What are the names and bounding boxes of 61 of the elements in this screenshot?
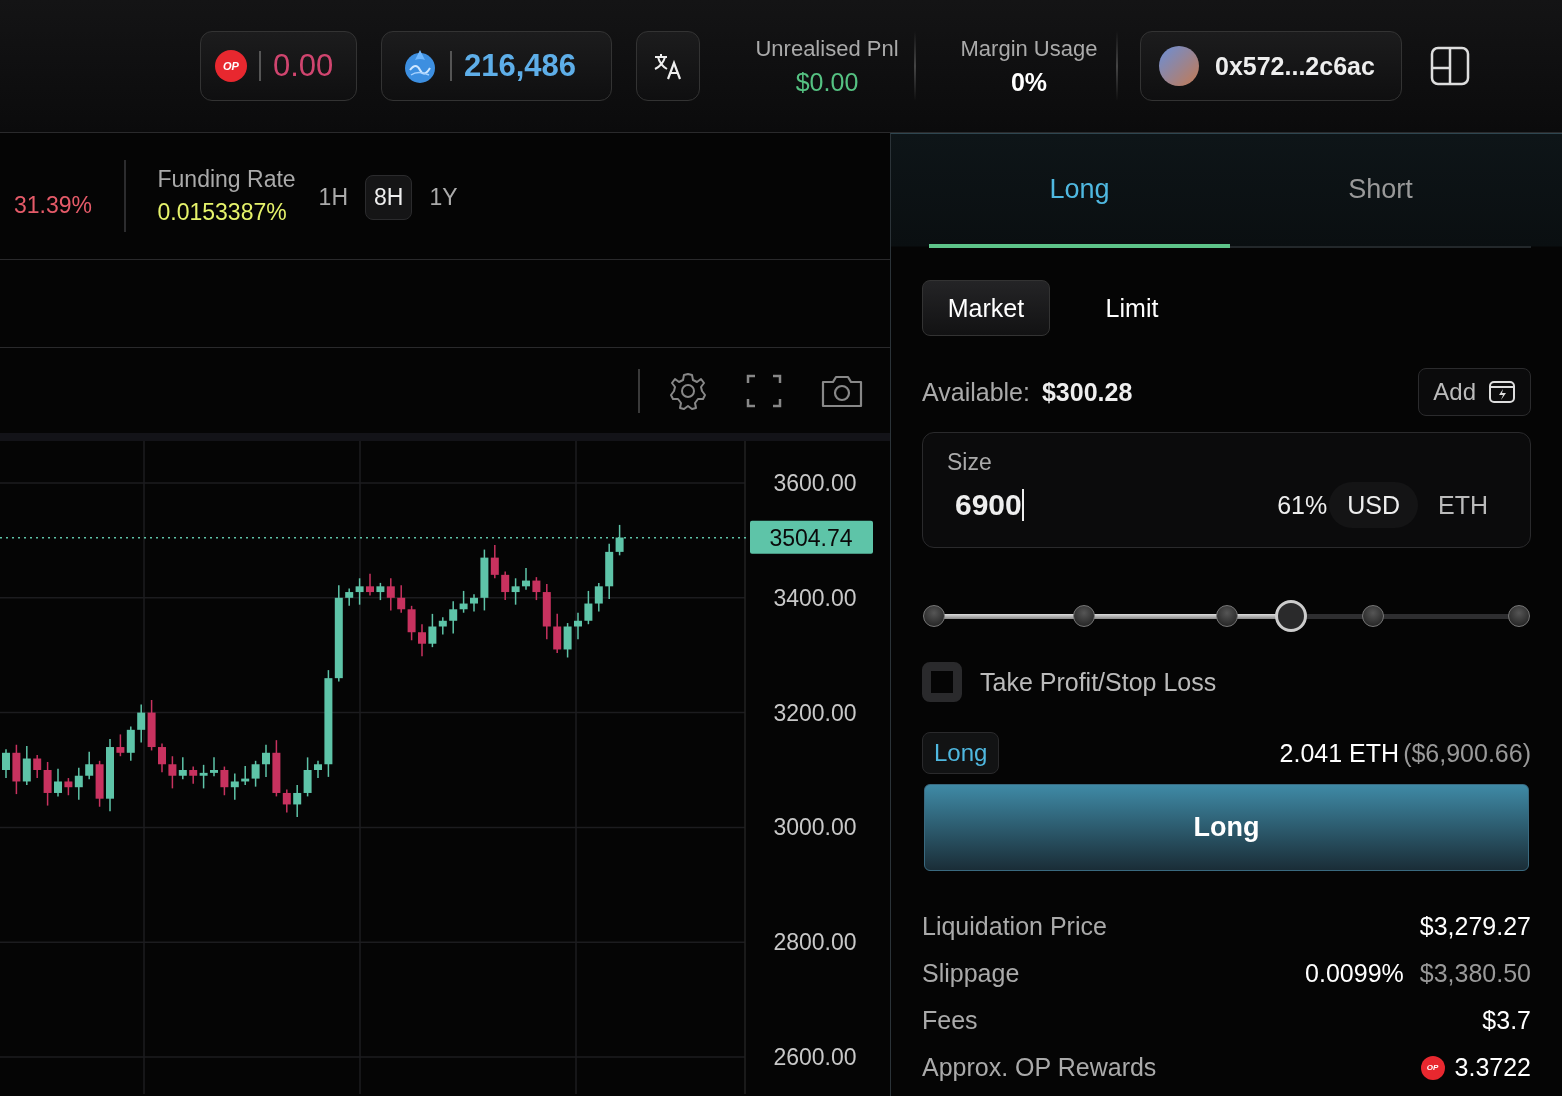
stat-label: Margin Usage	[960, 35, 1098, 62]
funding-rate-value: 0.0153387%	[157, 199, 288, 226]
detail-label: Slippage	[922, 959, 1020, 988]
axis-label: 3600.00	[773, 470, 857, 496]
op-balance-chip[interactable]: OP 0.00	[200, 31, 357, 101]
op-balance: 0.00	[273, 48, 334, 84]
side-tab[interactable]: Short	[1230, 134, 1531, 248]
order-type-tab[interactable]: Market	[922, 280, 1050, 336]
size-field[interactable]: Size 6900 61% USD ETH	[922, 432, 1531, 548]
wallet-button[interactable]: 0x572...2c6ac	[1140, 31, 1402, 101]
stat-label: Unrealised Pnl	[755, 35, 899, 62]
size-value: 6900	[955, 488, 1022, 522]
unit-toggle[interactable]: ETH	[1420, 482, 1506, 528]
checkbox[interactable]	[922, 662, 962, 702]
layout-icon[interactable]	[1430, 46, 1470, 86]
axis-label: 3200.00	[773, 699, 857, 726]
size-label: Size	[947, 449, 993, 476]
settings-icon[interactable]	[668, 370, 708, 411]
funding-rate-label: Funding Rate	[157, 166, 296, 193]
axis-label: 2600.00	[773, 1044, 857, 1070]
interval-tab[interactable]: 1Y	[420, 174, 467, 220]
avatar-circle	[1159, 46, 1199, 86]
unit-toggle[interactable]: USD	[1329, 482, 1418, 528]
detail-value: $3.7	[1482, 1006, 1531, 1035]
interval-tab[interactable]: 1H	[309, 174, 357, 220]
detail-label: Liquidation Price	[922, 912, 1107, 941]
points-balance-chip[interactable]: 216,486	[381, 31, 612, 101]
available-value: $300.28	[1041, 377, 1134, 407]
size-percent: 61%	[1277, 490, 1328, 520]
op-logo-icon: OP	[215, 50, 247, 82]
stat-value: 0%	[1010, 67, 1048, 97]
detail-label: Fees	[922, 1006, 978, 1035]
axis-label: 3400.00	[773, 584, 857, 611]
translate-button[interactable]	[636, 31, 700, 101]
detail-value: 3.3722	[1454, 1053, 1531, 1082]
droplet-coin-icon	[402, 48, 438, 84]
detail-label: Approx. OP Rewards	[922, 1053, 1157, 1082]
detail-secondary: $3,380.50	[1419, 959, 1531, 988]
order-type-tab[interactable]: Limit	[1068, 280, 1196, 336]
detail-value: $3,279.27	[1419, 912, 1531, 941]
fullscreen-icon[interactable]	[746, 372, 782, 409]
axis-label: 3000.00	[773, 814, 857, 841]
detail-value: 0.0099%	[1305, 959, 1404, 988]
axis-label: 2800.00	[773, 929, 857, 956]
long-submit-button[interactable]: Long	[924, 784, 1529, 871]
position-usd: ($6,900.66)	[1403, 738, 1531, 768]
wallet-address: 0x572...2c6ac	[1215, 51, 1375, 81]
price-change: 31.39%	[14, 190, 92, 219]
wallet-bolt-icon	[1488, 379, 1516, 405]
op-logo-icon: OP	[1420, 1055, 1445, 1080]
stat-value: $0.00	[795, 67, 859, 97]
last-price-tag: 3504.74	[750, 520, 873, 554]
add-funds-button[interactable]: Add	[1418, 368, 1531, 416]
interval-tab[interactable]: 8H	[365, 174, 413, 220]
points-balance: 216,486	[464, 48, 577, 84]
side-tab[interactable]: Long	[929, 134, 1230, 248]
slider-thumb[interactable]	[1274, 600, 1307, 632]
side-tag: Long	[922, 732, 1000, 774]
tpsl-label: Take Profit/Stop Loss	[980, 667, 1217, 697]
available-label: Available:	[922, 377, 1030, 407]
position-amount: 2.041 ETH	[1279, 738, 1400, 768]
